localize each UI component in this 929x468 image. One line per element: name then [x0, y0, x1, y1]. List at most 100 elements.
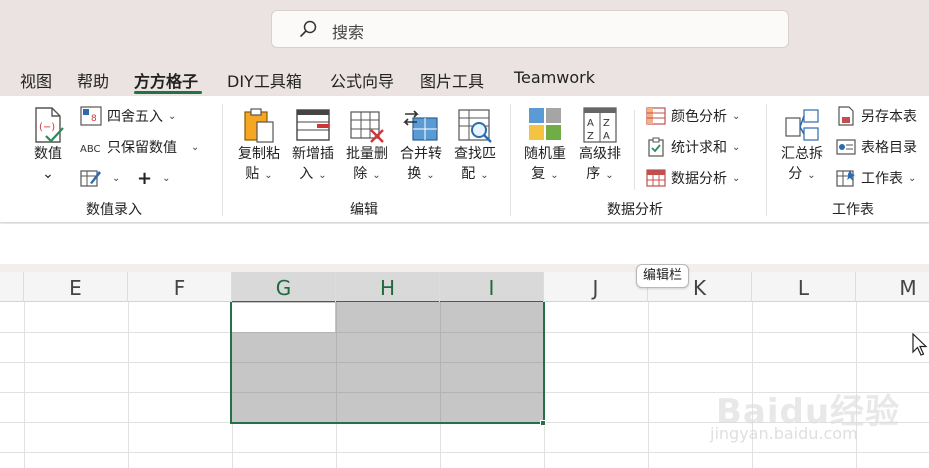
column-header-partial[interactable]: [0, 272, 24, 302]
search-placeholder: 搜索: [332, 23, 365, 42]
add-insert-label-2: 入: [299, 166, 314, 182]
worksheet-button[interactable]: 工作表 ⌄: [836, 166, 916, 190]
group-label-edit: 编辑: [350, 202, 378, 218]
column-header-i[interactable]: I: [440, 272, 544, 303]
chevron-down-icon: ⌄: [550, 170, 559, 181]
column-header-j[interactable]: J: [544, 272, 648, 302]
advanced-sort-label-2: 序: [586, 166, 601, 182]
group-label-worksheet: 工作表: [832, 202, 874, 218]
chevron-down-icon: ⌄: [372, 170, 381, 181]
batch-delete-label-2: 除: [353, 166, 368, 182]
data-analysis-button[interactable]: 数据分析 ⌄: [646, 166, 740, 190]
batch-delete-label-1: 批量删: [346, 146, 388, 162]
chevron-down-icon: ⌄: [168, 110, 177, 122]
keep-values-button-label: 只保留数值: [107, 140, 177, 156]
tab-view[interactable]: 视图: [20, 68, 52, 92]
chevron-down-icon: ⌄: [318, 170, 327, 181]
tab-diy-toolbox[interactable]: DIY工具箱: [227, 68, 302, 92]
tab-help[interactable]: 帮助: [77, 68, 109, 92]
sheet-index-button[interactable]: 表格目录: [836, 135, 917, 159]
pencil-grid-icon: [80, 170, 101, 187]
grid-line: [648, 302, 649, 468]
value-icon: (−): [35, 107, 64, 143]
save-sheet-icon: [838, 106, 854, 126]
chevron-down-icon: ⌄: [112, 172, 121, 184]
sheet-list-icon: [836, 139, 856, 155]
find-match-label-1: 查找匹: [454, 146, 496, 162]
round-icon: 8: [80, 106, 102, 126]
merge-convert-label-2: 换: [407, 166, 422, 182]
column-header-m[interactable]: M: [856, 272, 929, 302]
svg-text:A: A: [603, 131, 610, 142]
color-table-icon: [646, 107, 666, 125]
merge-convert-button[interactable]: 合并转 换 ⌄: [394, 106, 448, 186]
tab-formula-wizard[interactable]: 公式向导: [330, 68, 394, 92]
sheet-index-label: 表格目录: [861, 140, 917, 156]
color-analysis-button[interactable]: 颜色分析 ⌄: [646, 104, 740, 128]
chevron-down-icon: ⌄: [191, 141, 200, 153]
batch-delete-button[interactable]: 批量删 除 ⌄: [340, 106, 394, 186]
clipboard-check-icon: [648, 137, 664, 157]
plus-icon: +: [137, 167, 153, 189]
color-blocks-icon: [529, 108, 561, 140]
tab-fangfang-gezi[interactable]: 方方格子: [134, 68, 198, 92]
fill-handle[interactable]: [540, 420, 546, 426]
edit-format-button[interactable]: ⌄: [80, 166, 120, 190]
svg-text:Z: Z: [587, 131, 594, 142]
delete-grid-icon: [350, 111, 384, 143]
save-as-sheet-button[interactable]: 另存本表: [836, 104, 917, 128]
round-button-label: 四舍五入: [107, 109, 163, 125]
search-box[interactable]: 搜索: [271, 10, 789, 48]
baidu-watermark: Baidu经验 jingyan.baidu.com: [702, 368, 899, 458]
random-repeat-label-1: 随机重: [524, 146, 566, 162]
search-icon: [300, 20, 317, 37]
plus-button[interactable]: + ⌄: [137, 166, 170, 190]
sort-az-icon: A Z Z A: [583, 107, 617, 143]
chevron-down-icon: ⌄: [732, 110, 741, 122]
column-header-f[interactable]: F: [128, 272, 232, 302]
count-sum-button[interactable]: 统计求和 ⌄: [646, 135, 740, 159]
column-header-g[interactable]: G: [232, 272, 336, 303]
chevron-down-icon: ⌄: [807, 170, 816, 181]
summary-split-label-2: 分: [788, 166, 803, 182]
chevron-down-icon: ⌄: [732, 141, 741, 153]
formula-bar[interactable]: [0, 224, 929, 264]
chevron-down-icon: ⌄: [908, 172, 917, 184]
data-analysis-button-label: 数据分析: [671, 171, 727, 187]
worksheet-button-label: 工作表: [861, 171, 903, 187]
tab-teamwork[interactable]: Teamwork: [514, 68, 595, 87]
value-button[interactable]: (−) 数值 ⌄: [21, 106, 75, 184]
split-sheets-icon: [785, 109, 819, 141]
column-header-e[interactable]: E: [24, 272, 128, 302]
column-header-h[interactable]: H: [336, 272, 440, 303]
group-label-data-analysis: 数据分析: [607, 202, 663, 218]
chevron-down-icon: ⌄: [426, 170, 435, 181]
add-insert-button[interactable]: 新增插 入 ⌄: [286, 106, 340, 186]
random-repeat-label-2: 复: [531, 166, 546, 182]
svg-text:(−): (−): [39, 122, 55, 133]
data-table-icon: [646, 169, 666, 187]
find-grid-icon: [458, 109, 492, 143]
summary-split-button[interactable]: 汇总拆 分 ⌄: [775, 106, 829, 186]
find-match-button[interactable]: 查找匹 配 ⌄: [448, 106, 502, 186]
inner-separator: [634, 110, 635, 190]
chevron-down-icon: ⌄: [264, 170, 273, 181]
selection-border: [230, 302, 545, 424]
merge-arrows-icon: [403, 110, 438, 141]
advanced-sort-label-1: 高级排: [579, 146, 621, 162]
advanced-sort-button[interactable]: A Z Z A 高级排 序 ⌄: [573, 106, 627, 186]
worksheet-icon: [836, 170, 855, 187]
insert-row-icon: [296, 109, 330, 141]
tab-picture-tools[interactable]: 图片工具: [420, 68, 484, 92]
active-tab-indicator: [134, 91, 202, 94]
summary-split-label-1: 汇总拆: [781, 146, 823, 162]
group-label-numeric-entry: 数值录入: [86, 202, 142, 218]
add-insert-label-1: 新增插: [292, 146, 334, 162]
column-header-l[interactable]: L: [752, 272, 856, 302]
random-repeat-button[interactable]: 随机重 复 ⌄: [518, 106, 572, 186]
grid-line: [128, 302, 129, 468]
keep-values-button[interactable]: ABC 只保留数值 ⌄: [80, 135, 199, 159]
copy-paste-button[interactable]: 复制粘 贴 ⌄: [232, 106, 286, 186]
round-button[interactable]: 8 四舍五入 ⌄: [80, 104, 176, 128]
mouse-pointer-icon: [912, 333, 928, 356]
